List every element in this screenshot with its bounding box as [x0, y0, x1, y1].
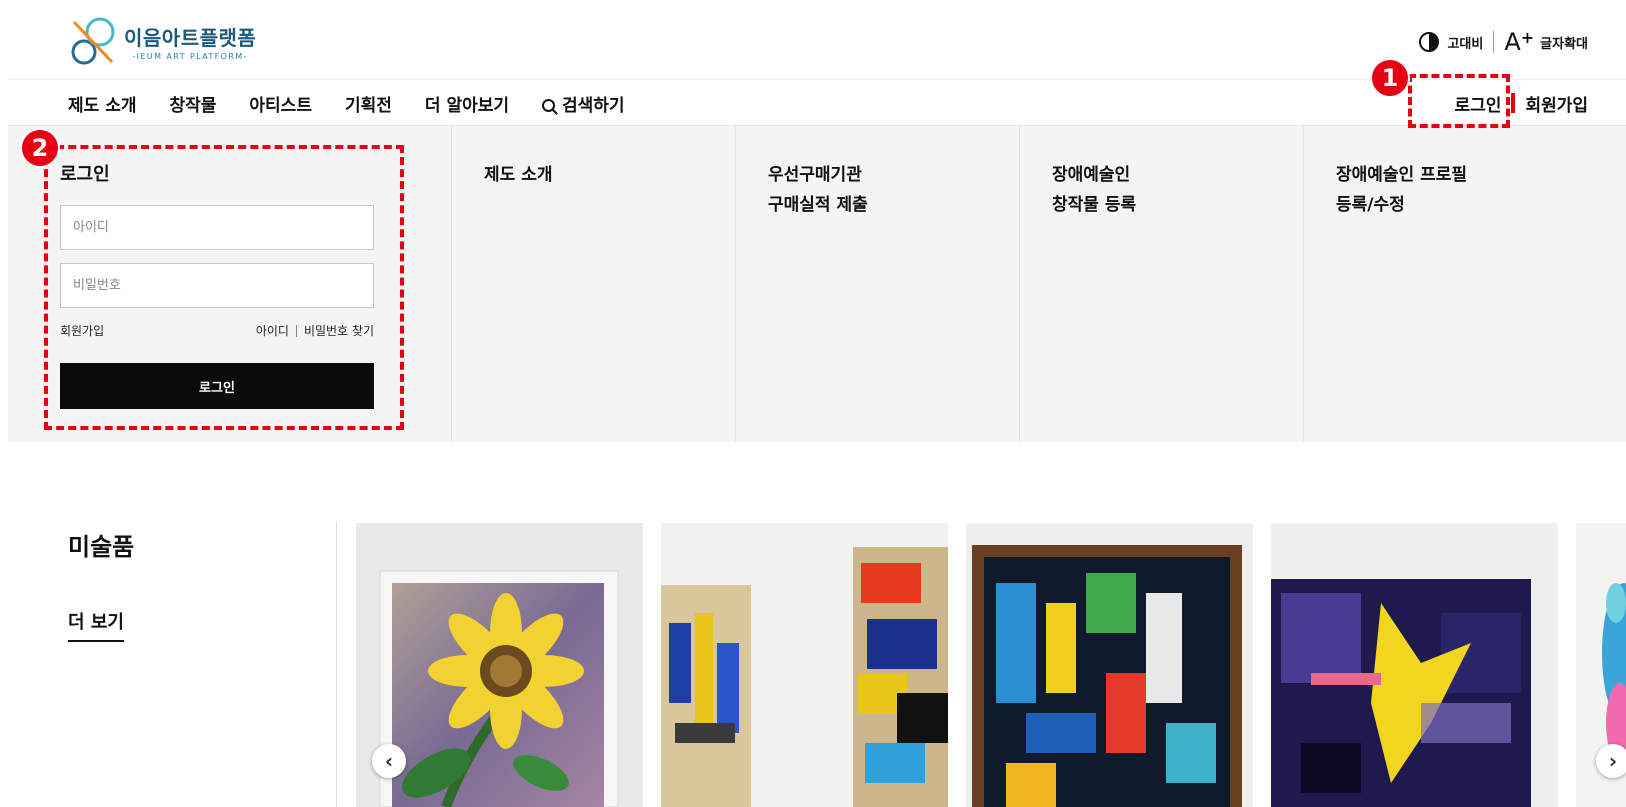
mega-menu-purchase-report[interactable]: 우선구매기관 구매실적 제출 [768, 160, 1019, 220]
step-badge-2: 2 [20, 128, 60, 168]
utility-menu: 고대비 A+ 글자확대 [1419, 30, 1588, 54]
mega-menu-column: 우선구매기관 구매실적 제출 [735, 126, 1019, 442]
high-contrast-button[interactable]: 고대비 [1447, 33, 1483, 52]
step-badge-1: 1 [1370, 58, 1410, 98]
font-zoom-mark: A [1504, 28, 1521, 56]
chevron-left-icon: ‹ [384, 749, 394, 773]
nav-item-works[interactable]: 창작물 [169, 91, 216, 116]
utility-divider [1493, 31, 1495, 53]
site-logo[interactable]: 이음아트플랫폼 -IEUM ART PLATFORM- [68, 16, 256, 66]
signup-link[interactable]: 회원가입 [1525, 91, 1588, 116]
contrast-icon[interactable] [1419, 32, 1440, 52]
nav-item-system-intro[interactable]: 제도 소개 [68, 91, 136, 116]
section-divider [336, 522, 337, 807]
mega-menu-column: 장애예술인 창작물 등록 [1019, 126, 1303, 442]
auth-divider [1511, 93, 1516, 113]
mega-menu-column: 장애예술인 프로필 등록/수정 [1303, 126, 1626, 442]
font-zoom-button[interactable]: 글자확대 [1540, 33, 1588, 52]
font-zoom-icon[interactable]: A+ [1504, 28, 1535, 56]
mega-menu-system-intro[interactable]: 제도 소개 [484, 160, 735, 190]
logo-subtitle: -IEUM ART PLATFORM- [132, 51, 248, 61]
artwork-card[interactable] [661, 523, 948, 807]
artwork-framed-abstract-image [966, 523, 1253, 807]
carousel-prev-button[interactable]: ‹ [372, 744, 406, 778]
mega-menu-column: 제도 소개 [451, 126, 735, 442]
nav-item-artists[interactable]: 아티스트 [249, 91, 312, 116]
search-icon [542, 98, 556, 112]
artwork-card[interactable] [1271, 523, 1558, 807]
mega-menu-work-registration[interactable]: 장애예술인 창작물 등록 [1052, 160, 1303, 220]
main-nav: 제도 소개 창작물 아티스트 기획전 더 알아보기 검색하기 [68, 80, 658, 126]
nav-item-learn-more[interactable]: 더 알아보기 [425, 91, 509, 116]
view-more-link[interactable]: 더 보기 [68, 608, 124, 642]
artwork-abstract-panels-image [661, 523, 948, 807]
highlight-box-login-panel [44, 145, 404, 430]
artwork-card[interactable]: ‹ [356, 523, 643, 807]
logo-title: 이음아트플랫폼 [124, 25, 257, 50]
ieum-logo-icon [71, 17, 115, 65]
mega-menu-profile-registration[interactable]: 장애예술인 프로필 등록/수정 [1336, 160, 1626, 220]
highlight-box-login [1408, 74, 1510, 128]
artwork-yellow-burst-image [1271, 523, 1558, 807]
font-zoom-plus: + [1520, 28, 1535, 47]
nav-item-exhibitions[interactable]: 기획전 [345, 91, 392, 116]
chevron-right-icon: › [1608, 749, 1618, 773]
nav-item-search[interactable]: 검색하기 [542, 91, 625, 116]
carousel-next-button[interactable]: › [1596, 744, 1626, 778]
section-title-artworks: 미술품 [68, 533, 135, 561]
artwork-card[interactable]: › [1576, 523, 1626, 807]
nav-search-label: 검색하기 [562, 95, 625, 116]
artwork-card[interactable] [966, 523, 1253, 807]
